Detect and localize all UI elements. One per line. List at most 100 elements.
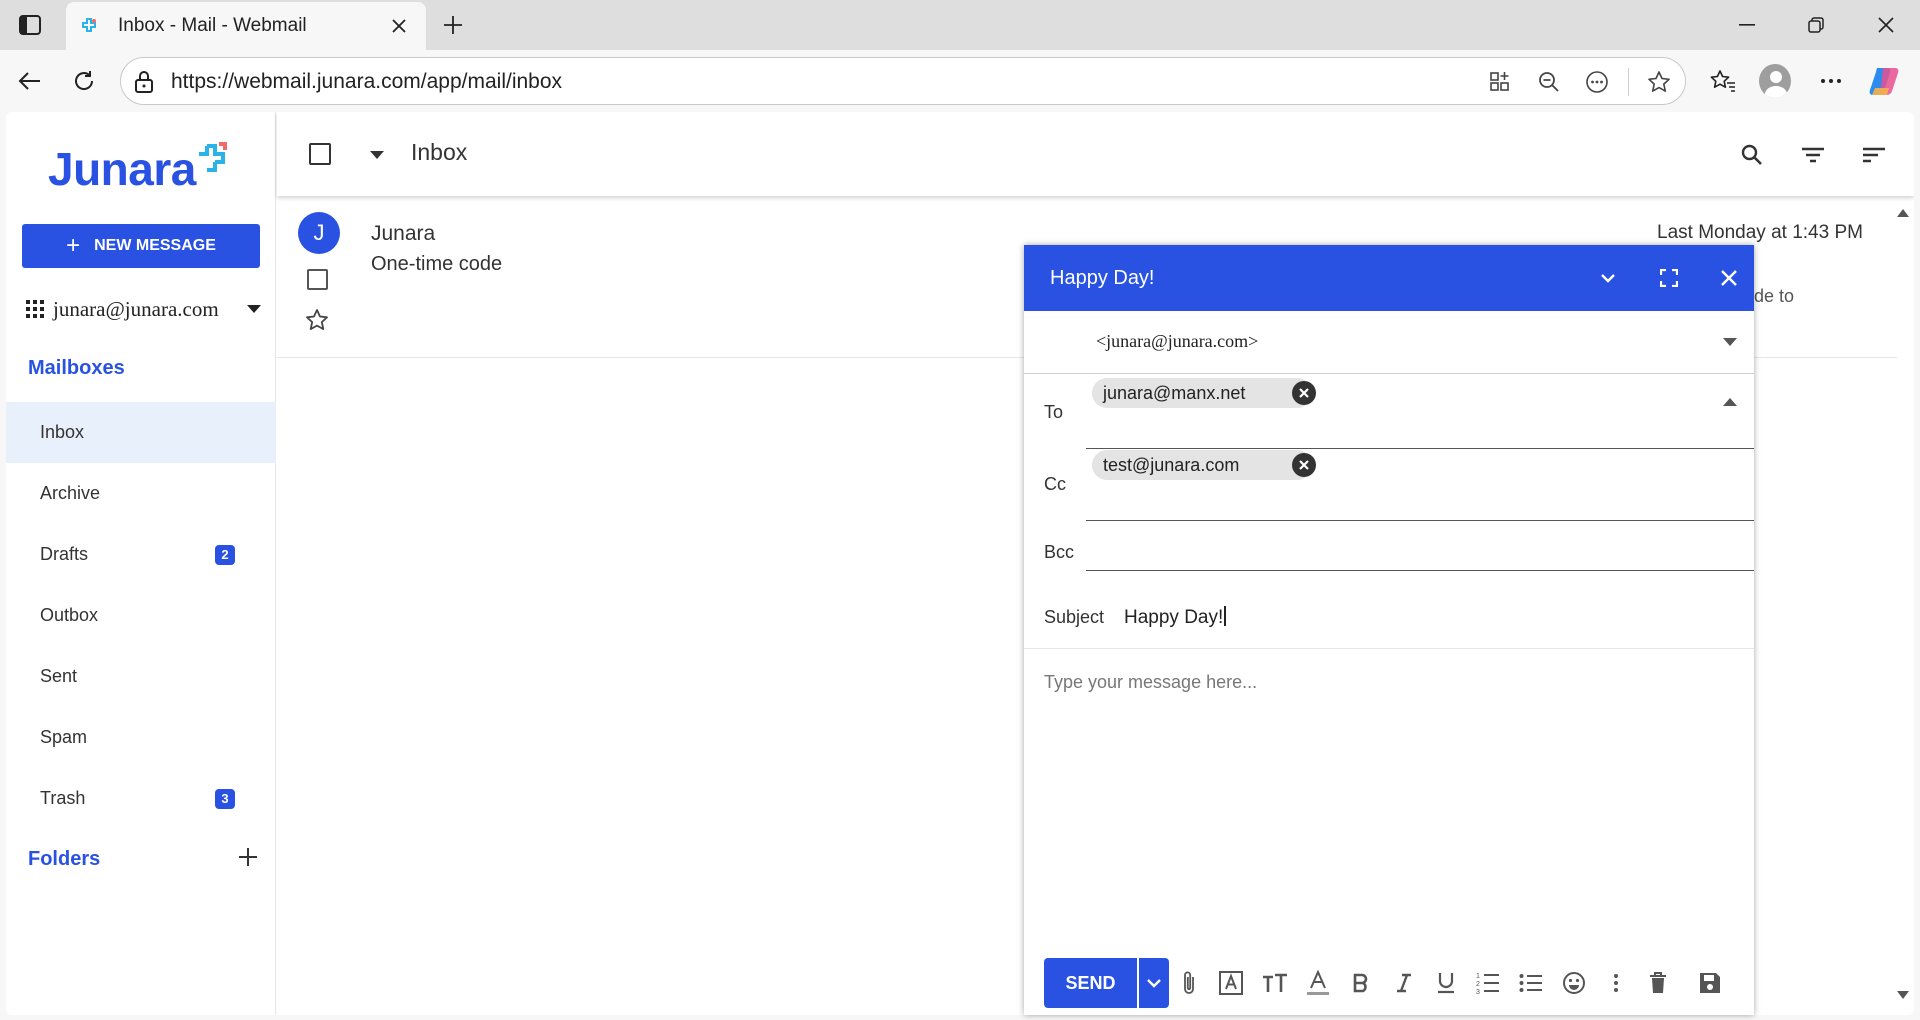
compose-title: Happy Day! (1050, 267, 1155, 289)
fullscreen-icon[interactable] (1654, 263, 1684, 293)
message-checkbox[interactable] (307, 269, 328, 290)
sidebar-item-spam[interactable]: Spam (6, 707, 276, 768)
subject-divider (1024, 648, 1754, 649)
delete-draft-icon[interactable] (1643, 968, 1673, 998)
cc-recipient-chip[interactable]: test@junara.com (1092, 450, 1316, 480)
back-icon[interactable] (14, 65, 46, 97)
sidebar-item-trash[interactable]: Trash 3 (6, 768, 276, 829)
attach-icon[interactable] (1174, 968, 1204, 998)
to-label: To (1044, 402, 1064, 422)
new-tab-icon[interactable] (438, 10, 468, 40)
url-text[interactable]: https://webmail.junara.com/app/mail/inbo… (171, 70, 562, 94)
scroll-up-icon[interactable] (1896, 208, 1910, 218)
select-all-checkbox[interactable] (309, 143, 331, 165)
save-draft-icon[interactable] (1695, 968, 1725, 998)
message-body-editor[interactable]: Type your message here... (1044, 672, 1257, 693)
sort-icon[interactable] (1859, 140, 1889, 170)
address-bar-divider (1628, 68, 1629, 96)
compose-dialog: Happy Day! <junara@junara.com> To junara… (1024, 245, 1754, 1015)
font-size-icon[interactable] (1260, 968, 1290, 998)
minimize-icon[interactable] (1727, 10, 1767, 40)
numbered-list-icon[interactable]: 123 (1473, 968, 1503, 998)
restore-icon[interactable] (1796, 10, 1836, 40)
sidebar: Junara + NEW MESSAGE junara@junara.com M… (6, 112, 276, 1015)
scroll-down-icon[interactable] (1896, 990, 1910, 1000)
from-selector[interactable]: <junara@junara.com> (1024, 311, 1754, 374)
subject-label: Subject (1044, 607, 1105, 627)
address-bar-row: https://webmail.junara.com/app/mail/inbo… (0, 50, 1920, 112)
new-message-label: NEW MESSAGE (94, 237, 216, 254)
refresh-icon[interactable] (68, 65, 100, 97)
subject-input[interactable]: Happy Day! (1124, 606, 1226, 629)
copilot-icon[interactable] (1869, 65, 1901, 97)
close-window-icon[interactable] (1866, 10, 1906, 40)
mailboxes-title[interactable]: Mailboxes (28, 357, 125, 380)
app-available-icon[interactable] (1485, 67, 1515, 97)
browser-tab[interactable]: Inbox - Mail - Webmail (66, 2, 426, 50)
remove-recipient-icon[interactable] (1292, 453, 1316, 477)
to-field-underline[interactable] (1086, 448, 1754, 449)
sidebar-item-label: Trash (40, 788, 86, 808)
cc-label: Cc (1044, 474, 1066, 494)
zoom-out-icon[interactable] (1534, 67, 1564, 97)
more-actions-icon[interactable] (1582, 67, 1612, 97)
account-selector[interactable]: junara@junara.com (26, 294, 261, 324)
bold-icon[interactable] (1346, 968, 1376, 998)
sidebar-item-archive[interactable]: Archive (6, 463, 276, 524)
sidebar-item-label: Archive (40, 483, 101, 503)
sidebar-item-inbox[interactable]: Inbox (6, 402, 276, 463)
send-options-icon[interactable] (1139, 958, 1169, 1008)
from-address: <junara@junara.com> (1096, 331, 1259, 351)
bcc-label: Bcc (1044, 542, 1075, 562)
trash-count-badge: 3 (215, 788, 235, 809)
text-color-icon[interactable] (1303, 968, 1333, 998)
more-options-icon[interactable] (1601, 968, 1631, 998)
message-sender: Junara (371, 222, 436, 245)
bulleted-list-icon[interactable] (1516, 968, 1546, 998)
svg-text:3: 3 (1476, 989, 1480, 994)
underline-icon[interactable] (1431, 968, 1461, 998)
subject-text: Happy Day! (1124, 607, 1224, 628)
folders-title[interactable]: Folders (28, 848, 100, 871)
cc-field-underline[interactable] (1086, 520, 1754, 521)
sidebar-item-outbox[interactable]: Outbox (6, 585, 276, 646)
close-compose-icon[interactable] (1714, 263, 1744, 293)
browser-menu-icon[interactable] (1815, 65, 1847, 97)
lock-icon[interactable] (133, 70, 155, 94)
message-snippet: de to (1754, 286, 1795, 306)
text-style-icon[interactable] (1216, 968, 1246, 998)
select-options-caret-icon[interactable] (370, 151, 384, 159)
send-button[interactable]: SEND (1044, 958, 1137, 1008)
recipient-chip[interactable]: junara@manx.net (1092, 378, 1316, 408)
sidebar-item-drafts[interactable]: Drafts 2 (6, 524, 276, 585)
sidebar-item-label: Inbox (40, 422, 85, 442)
logo-text: Junara (48, 143, 196, 195)
sidebar-toggle-icon[interactable] (16, 11, 44, 39)
mailbox-list: Inbox Archive Drafts 2 Outbox Sent Spam … (6, 402, 276, 829)
profile-avatar[interactable] (1759, 64, 1791, 98)
bcc-input[interactable] (1086, 570, 1754, 571)
apps-grid-icon (26, 300, 44, 318)
favorites-icon[interactable] (1707, 65, 1739, 97)
remove-recipient-icon[interactable] (1292, 381, 1316, 405)
address-bar[interactable]: https://webmail.junara.com/app/mail/inbo… (120, 57, 1686, 105)
compose-toolbar: SEND 123 (1044, 958, 1744, 1008)
minimize-compose-icon[interactable] (1593, 263, 1623, 293)
collapse-fields-icon[interactable] (1723, 398, 1737, 406)
italic-icon[interactable] (1389, 968, 1419, 998)
junara-logo: Junara (48, 142, 228, 196)
emoji-icon[interactable] (1559, 968, 1589, 998)
svg-text:2: 2 (1476, 981, 1480, 988)
sidebar-item-sent[interactable]: Sent (6, 646, 276, 707)
tab-close-icon[interactable] (386, 13, 412, 39)
search-icon[interactable] (1737, 140, 1767, 170)
favorite-star-icon[interactable] (1644, 67, 1674, 97)
star-icon[interactable] (305, 308, 329, 332)
caret-down-icon (1723, 338, 1737, 346)
new-message-button[interactable]: + NEW MESSAGE (22, 224, 260, 268)
compose-header: Happy Day! (1024, 245, 1754, 311)
sidebar-item-label: Outbox (40, 605, 99, 625)
add-folder-icon[interactable] (234, 843, 262, 871)
filter-icon[interactable] (1798, 140, 1828, 170)
message-time: Last Monday at 1:43 PM (1657, 222, 1863, 243)
